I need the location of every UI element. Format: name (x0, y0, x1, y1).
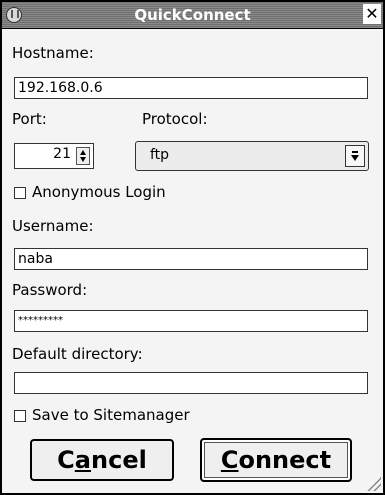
save-sitemanager-label[interactable]: Save to Sitemanager (32, 406, 190, 424)
password-label: Password: (12, 281, 88, 299)
connect-label-suffix: onnect (238, 446, 332, 474)
cancel-label-mnemonic: a (74, 446, 91, 474)
port-label: Port: (12, 110, 47, 128)
port-value: 21 (53, 146, 71, 162)
close-icon[interactable]: ✕ (363, 4, 381, 24)
window-title: QuickConnect (134, 6, 251, 24)
port-spinner[interactable]: 21 (14, 143, 94, 169)
default-directory-label: Default directory: (12, 345, 143, 363)
anonymous-login-label[interactable]: Anonymous Login (32, 183, 166, 201)
cancel-button[interactable]: Cancel (30, 439, 174, 481)
hostname-input[interactable]: 192.168.0.6 (14, 77, 368, 99)
password-input[interactable]: ********* (14, 310, 368, 332)
quickconnect-window: QuickConnect ✕ Hostname: 192.168.0.6 Por… (0, 0, 385, 495)
spin-arrows-icon[interactable] (76, 147, 90, 165)
username-label: Username: (12, 217, 94, 235)
protocol-value: ftp (150, 147, 170, 163)
save-sitemanager-checkbox[interactable] (14, 410, 26, 422)
dropdown-arrow-icon[interactable] (345, 145, 365, 167)
username-input[interactable]: naba (14, 248, 368, 270)
connect-button[interactable]: Connect (200, 438, 352, 482)
connect-label-mnemonic: C (220, 446, 239, 474)
resize-grip-icon[interactable] (367, 477, 381, 491)
protocol-label: Protocol: (142, 110, 208, 128)
cancel-label-prefix: C (57, 446, 75, 474)
default-directory-input[interactable] (14, 372, 368, 394)
anonymous-login-checkbox[interactable] (14, 187, 26, 199)
hostname-label: Hostname: (12, 44, 94, 62)
title-bar[interactable]: QuickConnect ✕ (2, 2, 383, 29)
cancel-label-suffix: ncel (91, 446, 147, 474)
protocol-dropdown[interactable]: ftp (135, 141, 369, 171)
